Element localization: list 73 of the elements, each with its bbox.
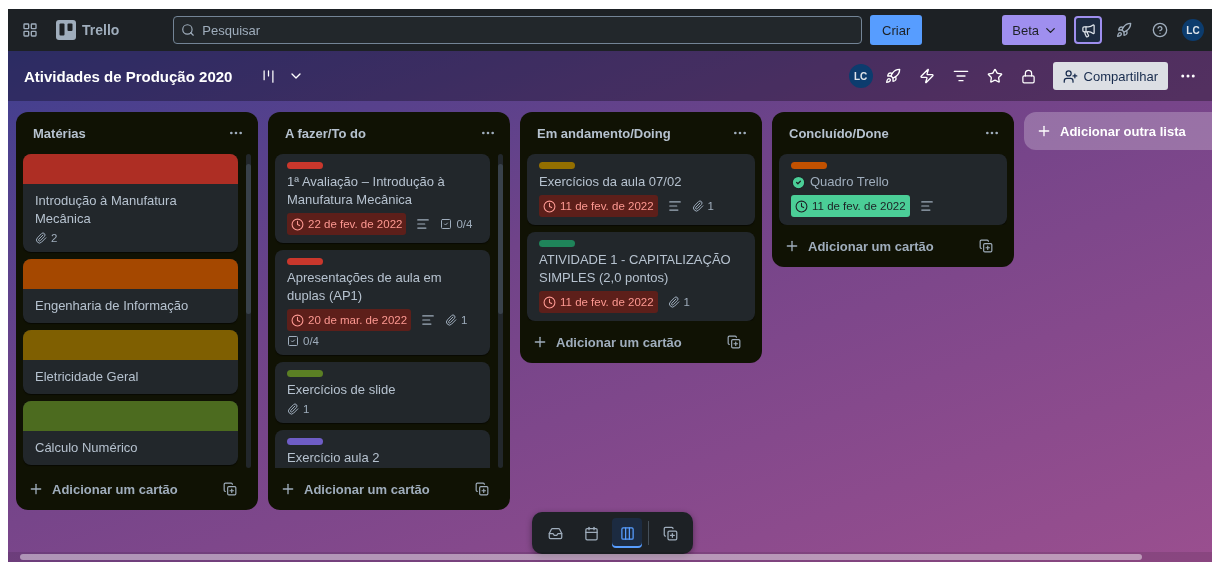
card[interactable]: Apresentações de aula em duplas (AP1) 20 de mar. de 2022 1 0/4 [275,250,490,355]
trello-logo-icon [56,20,76,40]
add-card-button[interactable]: Adicionar um cartão [784,238,934,254]
card[interactable]: Cálculo Numérico [23,401,238,465]
card[interactable]: Exercício aula 2 [275,430,490,468]
list-title[interactable]: A fazer/To do [285,125,366,141]
share-button[interactable]: Compartilhar [1052,62,1168,90]
horizontal-scrollbar[interactable] [8,552,1212,562]
card-title: Exercícios da aula 07/02 [539,173,683,191]
search-icon [181,23,196,37]
card-title: ATIVIDADE 1 - CAPITALIZAÇÃO SIMPLES (2,0 pontos) [539,251,732,287]
card[interactable]: Exercícios de slide 1 [275,362,490,423]
plus-icon [784,238,800,254]
plus-icon [28,481,44,497]
add-card-button[interactable]: Adicionar um cartão [532,334,682,350]
create-button[interactable]: Criar [870,15,923,45]
due-date-badge: 11 de fev. de 2022 [539,195,658,217]
card[interactable]: ATIVIDADE 1 - CAPITALIZAÇÃO SIMPLES (2,0 pontos) 11 de fev. de 2022 1 [527,232,755,321]
due-date-badge: 11 de fev. de 2022 [791,195,910,217]
paperclip-icon [35,232,47,244]
add-card-button[interactable]: Adicionar um cartão [28,481,178,497]
list-title[interactable]: Matérias [33,125,86,141]
card-title: Exercício aula 2 [287,449,381,467]
beta-button[interactable]: Beta [1002,15,1066,45]
card-title: Engenharia de Informação [35,297,190,315]
card-title: Apresentações de aula em duplas (AP1) [287,269,443,305]
card[interactable]: Eletricidade Geral [23,330,238,394]
search-field[interactable]: Pesquisar [173,16,863,44]
scrollbar[interactable] [246,154,251,468]
card[interactable]: 1ª Avaliação – Introdução à Manufatura Mecânica 22 de fev. de 2022 0/4 [275,154,490,243]
attachment-count: 1 [707,200,714,212]
paperclip-icon [287,403,299,415]
due-date-badge: 20 de mar. de 2022 [287,309,412,331]
plus-icon [280,481,296,497]
add-list-button[interactable]: Adicionar outra lista [1024,112,1212,150]
card-title: Eletricidade Geral [35,368,140,386]
plus-icon [1036,123,1052,139]
user-avatar[interactable]: LC [1182,19,1204,41]
add-card-button[interactable]: Adicionar um cartão [280,481,430,497]
trello-logo[interactable]: Trello [52,20,124,40]
add-person-icon [1062,68,1078,84]
card[interactable]: Introdução à Manufatura Mecânica 2 [23,154,238,252]
card[interactable]: Engenharia de Informação [23,259,238,323]
checklist-icon [287,335,299,347]
card-title: Introdução à Manufatura Mecânica [35,192,178,228]
scrollbar[interactable] [498,154,503,468]
checklist-icon [440,218,453,230]
paperclip-icon [445,314,458,326]
paperclip-icon [691,200,704,212]
paperclip-icon [667,296,680,308]
due-date-badge: 11 de fev. de 2022 [539,291,658,313]
card-title: Quadro Trello [791,173,995,191]
plus-icon [532,334,548,350]
list-title[interactable]: Concluído/Done [789,125,889,141]
complete-icon [791,174,806,190]
board-title[interactable]: Atividades de Produção 2020 [24,67,233,85]
checklist-count: 0/4 [456,218,473,230]
list-title[interactable]: Em andamento/Doing [537,125,671,141]
board-view-icon[interactable] [612,518,642,548]
attachment-count: 1 [303,403,310,415]
attachment-count: 1 [461,314,468,326]
card[interactable]: Exercícios da aula 07/02 11 de fev. de 2022 1 [527,154,755,225]
card-title: Cálculo Numérico [35,439,139,457]
attachment-count: 2 [51,232,58,244]
product-name: Trello [82,22,120,38]
card-title: Exercícios de slide [287,381,397,399]
megaphone-icon[interactable] [1074,16,1102,44]
member-avatar[interactable]: LC [848,64,873,88]
card[interactable]: Quadro Trello 11 de fev. de 2022 [779,154,1007,225]
attachment-count: 1 [683,296,690,308]
checklist-count: 0/4 [303,335,319,347]
due-date-badge: 22 de fev. de 2022 [287,213,407,235]
card-title: 1ª Avaliação – Introdução à Manufatura Mecânica [287,173,446,209]
